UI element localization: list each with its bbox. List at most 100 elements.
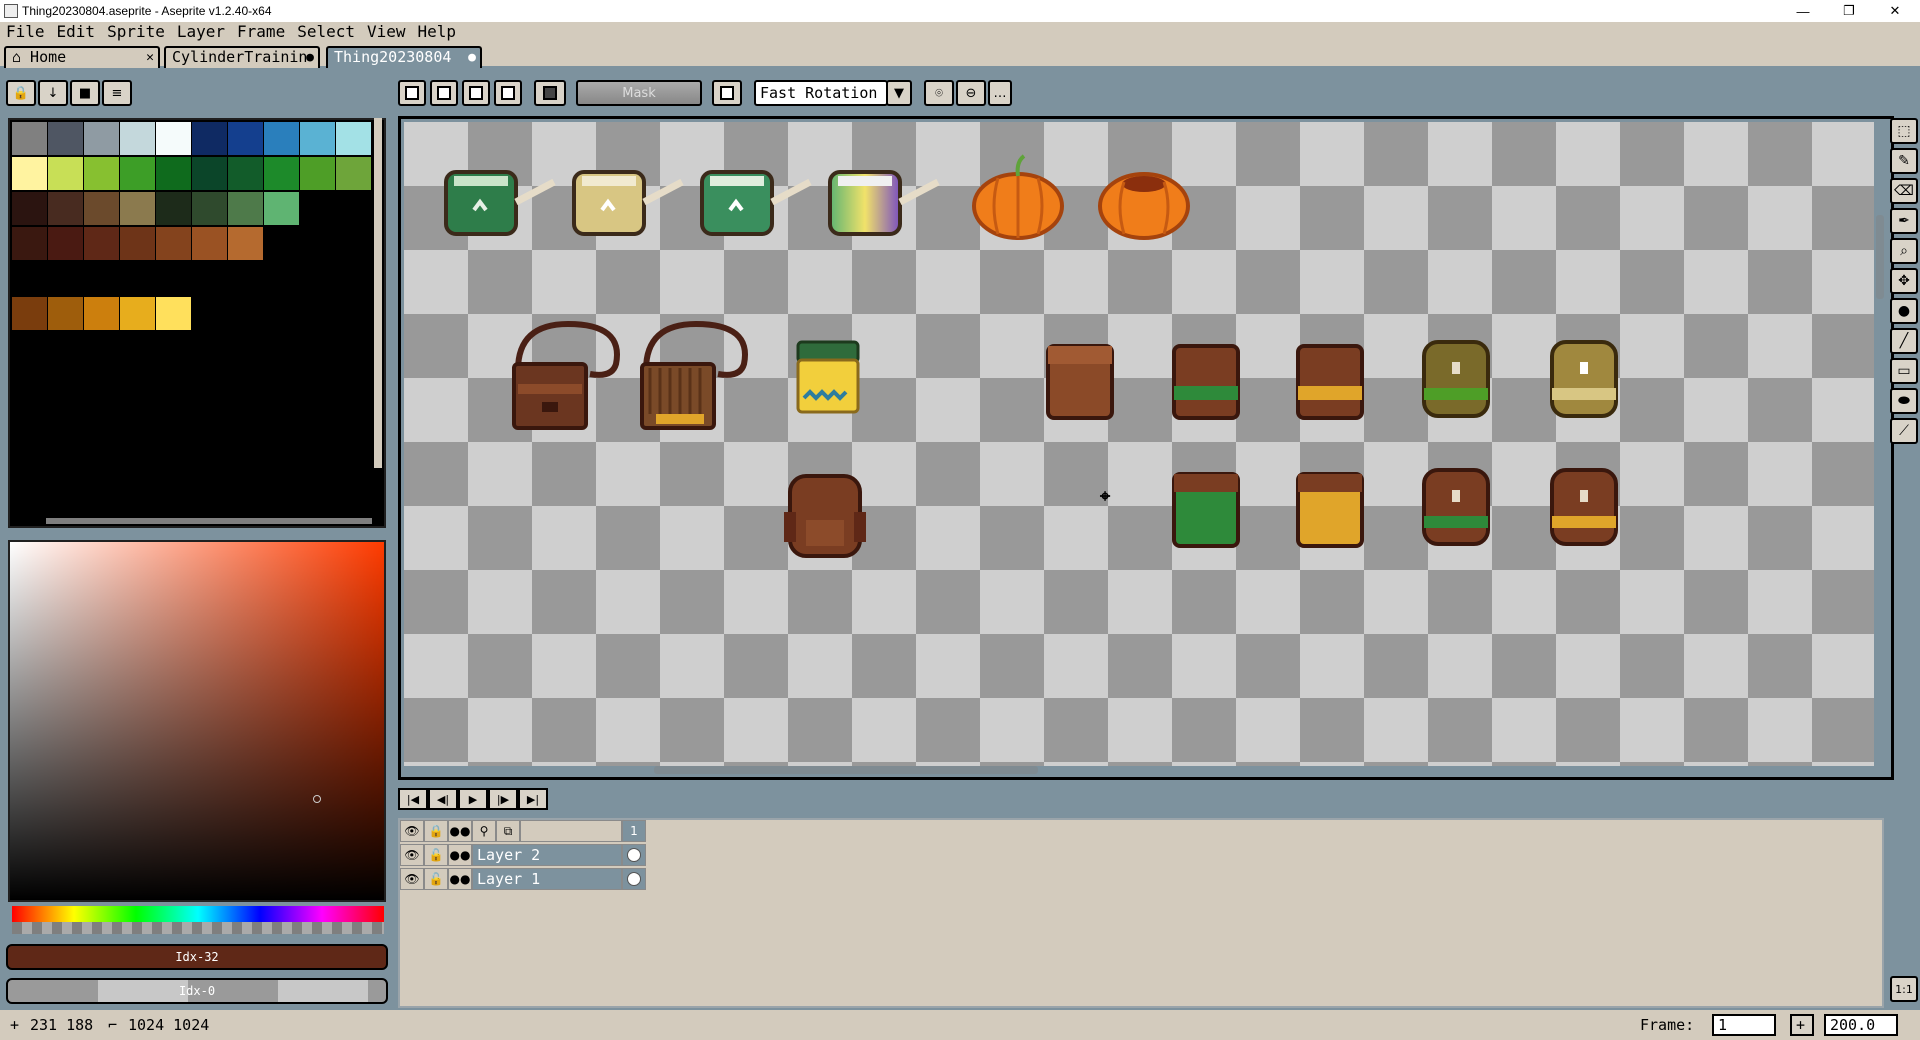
palette-swatch[interactable]	[84, 122, 119, 155]
palette-swatch[interactable]	[336, 157, 371, 190]
canvas-vertical-scrollbar[interactable]	[1876, 215, 1884, 299]
palette-swatch[interactable]	[12, 157, 47, 190]
transparent-color-button[interactable]	[534, 80, 566, 106]
menu-file[interactable]: File	[0, 22, 51, 42]
palette-swatch[interactable]	[264, 122, 299, 155]
palette-swatch[interactable]	[192, 192, 227, 225]
menu-help[interactable]: Help	[412, 22, 463, 42]
selection-subtract-button[interactable]	[462, 80, 490, 106]
palette-swatch[interactable]	[336, 122, 371, 155]
cel[interactable]	[622, 868, 646, 890]
more-options-button[interactable]: …	[988, 80, 1012, 106]
layer-row[interactable]: 👁 🔓 ●● Layer 1	[400, 868, 646, 890]
palette-swatch[interactable]	[228, 157, 263, 190]
next-frame-button[interactable]: |▶	[488, 788, 518, 810]
foreground-color-bar[interactable]: Idx-32	[6, 944, 388, 970]
hue-slider[interactable]	[12, 906, 384, 922]
palette-swatch[interactable]	[156, 192, 191, 225]
sprite-canvas[interactable]	[404, 122, 1874, 766]
previous-frame-button[interactable]: ◀|	[428, 788, 458, 810]
palette-swatch[interactable]	[120, 227, 155, 260]
color-spectrum[interactable]	[8, 540, 386, 902]
menu-edit[interactable]: Edit	[51, 22, 102, 42]
palette-swatch[interactable]	[156, 122, 191, 155]
palette-swatch[interactable]	[120, 192, 155, 225]
background-color-bar[interactable]: Idx-0	[6, 978, 388, 1004]
alpha-slider[interactable]	[12, 922, 384, 934]
palette-swatch[interactable]	[120, 297, 155, 330]
onion-skin-icon[interactable]: ⧉	[496, 820, 520, 842]
timeline-zoom-reset-button[interactable]: 1:1	[1890, 976, 1918, 1002]
palette-swatch[interactable]	[228, 122, 263, 155]
fill-tool-button[interactable]: ●	[1890, 298, 1918, 324]
contour-tool-button[interactable]: ⬬	[1890, 388, 1918, 414]
move-tool-button[interactable]: ✥	[1890, 268, 1918, 294]
minimize-button[interactable]: —	[1780, 0, 1826, 22]
palette-swatch[interactable]	[300, 157, 335, 190]
close-icon[interactable]: ✕	[146, 48, 154, 67]
menu-layer[interactable]: Layer	[171, 22, 231, 42]
palette-swatch[interactable]	[120, 157, 155, 190]
eyedropper-tool-button[interactable]: ✒	[1890, 208, 1918, 234]
frame-input[interactable]: 1	[1712, 1014, 1776, 1036]
lock-palette-button[interactable]: 🔒	[6, 80, 36, 106]
new-frame-button[interactable]: +	[1790, 1014, 1814, 1036]
rotation-dropdown-button[interactable]: ▼	[886, 80, 912, 106]
palette-swatch[interactable]	[48, 297, 83, 330]
palette[interactable]	[8, 118, 386, 528]
selection-intersect-button[interactable]	[494, 80, 522, 106]
lock-icon[interactable]: 🔓	[424, 868, 448, 890]
zoom-tool-button[interactable]: ⌕	[1890, 238, 1918, 264]
palette-swatch[interactable]	[48, 192, 83, 225]
menu-select[interactable]: Select	[291, 22, 361, 42]
layer-row[interactable]: 👁 🔓 ●● Layer 2	[400, 844, 646, 866]
palette-swatch[interactable]	[48, 227, 83, 260]
palette-swatch[interactable]	[192, 122, 227, 155]
palette-swatch[interactable]	[12, 192, 47, 225]
link-header-icon[interactable]: ⚲	[472, 820, 496, 842]
selection-add-button[interactable]	[430, 80, 458, 106]
selection-replace-button[interactable]	[398, 80, 426, 106]
palette-swatch[interactable]	[264, 157, 299, 190]
palette-swatch[interactable]	[48, 122, 83, 155]
palette-swatch[interactable]	[192, 227, 227, 260]
lock-icon[interactable]: 🔓	[424, 844, 448, 866]
palette-swatch[interactable]	[84, 192, 119, 225]
palette-vertical-scrollbar[interactable]	[374, 118, 382, 468]
pivot-button[interactable]	[712, 80, 742, 106]
modified-dot-icon[interactable]: ●	[468, 48, 476, 67]
tab-cylinder[interactable]: CylinderTrainin ●	[164, 46, 320, 68]
blur-tool-button[interactable]: ⟋	[1890, 418, 1918, 444]
palette-options-button[interactable]: ≡	[102, 80, 132, 106]
frame-header[interactable]: 1	[622, 820, 646, 842]
tab-thing[interactable]: Thing20230804 ●	[326, 46, 482, 68]
tab-home[interactable]: ⌂ Home ✕	[4, 46, 160, 68]
marquee-tool-button[interactable]: ⬚	[1890, 118, 1918, 144]
menu-frame[interactable]: Frame	[231, 22, 291, 42]
pencil-tool-button[interactable]: ✎	[1890, 148, 1918, 174]
cel[interactable]	[622, 844, 646, 866]
palette-swatch[interactable]	[84, 157, 119, 190]
continuous-icon[interactable]: ●●	[448, 868, 472, 890]
palette-swatch[interactable]	[156, 227, 191, 260]
eye-icon[interactable]: 👁	[400, 844, 424, 866]
lock-header-icon[interactable]: 🔒	[424, 820, 448, 842]
palette-swatch[interactable]	[12, 297, 47, 330]
palette-swatch[interactable]	[156, 157, 191, 190]
menu-view[interactable]: View	[361, 22, 412, 42]
palette-size-button[interactable]: ■	[70, 80, 100, 106]
palette-swatch[interactable]	[48, 157, 83, 190]
palette-swatch[interactable]	[156, 297, 191, 330]
sort-palette-button[interactable]: ↓	[38, 80, 68, 106]
palette-swatch[interactable]	[12, 122, 47, 155]
mask-color-button[interactable]: Mask	[576, 80, 702, 106]
continuous-icon[interactable]: ●●	[448, 844, 472, 866]
palette-swatch[interactable]	[228, 227, 263, 260]
rectangle-tool-button[interactable]: ▭	[1890, 358, 1918, 384]
cancel-transform-button[interactable]: ⊖	[956, 80, 986, 106]
palette-swatch[interactable]	[300, 122, 335, 155]
menu-sprite[interactable]: Sprite	[101, 22, 171, 42]
canvas-horizontal-scrollbar[interactable]	[654, 766, 1038, 774]
close-button[interactable]: ✕	[1872, 0, 1918, 22]
zoom-input[interactable]: 200.0	[1824, 1014, 1898, 1036]
